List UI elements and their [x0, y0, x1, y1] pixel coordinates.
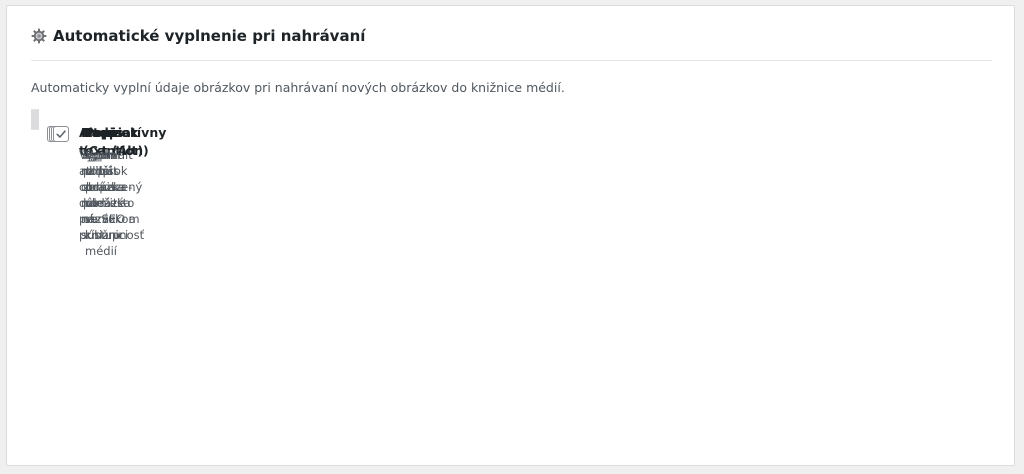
option-description-field[interactable]: Popis Vyplní dlhší popis obrázka v knižn…: [37, 109, 131, 258]
gear-icon: [31, 28, 47, 44]
settings-panel: Automatické vyplnenie pri nahrávaní Auto…: [6, 5, 1015, 466]
section-description: Automaticky vyplní údaje obrázkov pri na…: [31, 80, 565, 95]
options-list: Alternatívny text (Alt) Vyplní alt atrib…: [31, 109, 994, 258]
panel-header: Automatické vyplnenie pri nahrávaní: [31, 24, 992, 61]
option-description: Vyplní dlhší popis obrázka v knižnici mé…: [85, 148, 131, 258]
description-checkbox[interactable]: [53, 126, 69, 142]
panel-title: Automatické vyplnenie pri nahrávaní: [53, 27, 366, 45]
option-title: Popis: [85, 125, 124, 140]
